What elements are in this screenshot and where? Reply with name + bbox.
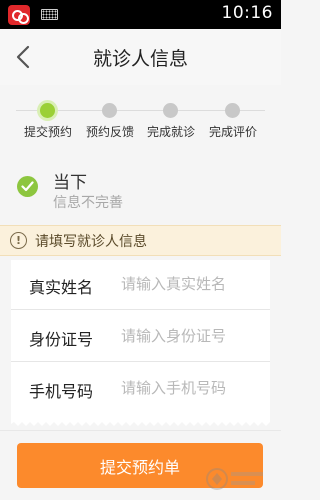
step-feedback: 预约反馈 bbox=[75, 85, 145, 151]
warning-icon: ! bbox=[10, 232, 27, 249]
form-zigzag-edge bbox=[11, 420, 270, 426]
step-dot bbox=[102, 103, 117, 118]
status-bar: 10:16 bbox=[0, 0, 281, 29]
step-dot bbox=[163, 103, 178, 118]
divider bbox=[11, 309, 270, 310]
patient-status: 信息不完善 bbox=[53, 195, 123, 211]
name-input[interactable] bbox=[121, 270, 261, 298]
step-dot bbox=[225, 103, 240, 118]
step-label: 完成就诊 bbox=[146, 125, 195, 139]
patient-form: 真实姓名 身份证号 手机号码 bbox=[11, 260, 270, 420]
form-row-id: 身份证号 bbox=[11, 312, 270, 362]
patient-name: 当下 bbox=[53, 173, 87, 193]
divider bbox=[11, 361, 270, 362]
step-submit: 提交预约 bbox=[13, 85, 83, 151]
form-row-phone: 手机号码 bbox=[11, 364, 270, 414]
keyboard-icon bbox=[41, 9, 58, 20]
progress-steps: 提交预约 预约反馈 完成就诊 完成评价 bbox=[0, 85, 281, 151]
step-label: 预约反馈 bbox=[85, 125, 134, 139]
status-time: 10:16 bbox=[221, 3, 273, 23]
step-label: 完成评价 bbox=[208, 125, 257, 139]
id-number-input[interactable] bbox=[121, 322, 261, 350]
field-label-id: 身份证号 bbox=[29, 330, 94, 349]
watermark-logo-icon bbox=[206, 468, 263, 490]
title-bar: 就诊人信息 bbox=[0, 29, 281, 85]
phone-input[interactable] bbox=[121, 374, 261, 402]
field-label-name: 真实姓名 bbox=[29, 278, 94, 297]
app-badge-icon bbox=[8, 5, 30, 25]
notice-text: 请填写就诊人信息 bbox=[35, 234, 147, 250]
step-review: 完成评价 bbox=[198, 85, 268, 151]
field-label-phone: 手机号码 bbox=[29, 382, 94, 401]
step-visit: 完成就诊 bbox=[136, 85, 206, 151]
step-dot-active bbox=[40, 103, 55, 118]
patient-card[interactable]: 当下 信息不完善 bbox=[0, 154, 281, 222]
check-circle-icon bbox=[17, 176, 38, 197]
notice-banner: ! 请填写就诊人信息 bbox=[0, 225, 281, 256]
step-label: 提交预约 bbox=[23, 125, 72, 139]
page-title: 就诊人信息 bbox=[92, 48, 188, 70]
form-row-name: 真实姓名 bbox=[11, 260, 270, 310]
